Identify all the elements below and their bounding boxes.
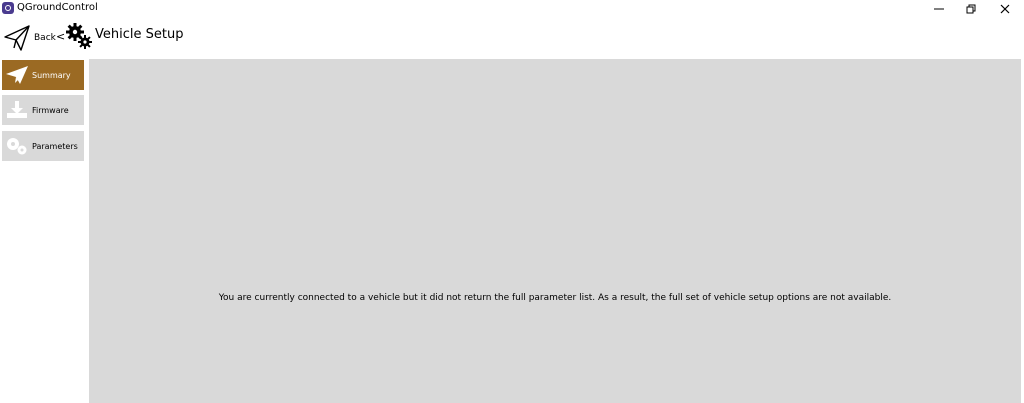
back-button[interactable]: Back [4,24,56,52]
close-button[interactable] [988,0,1022,17]
toolbar: Back < Vehicle Setup [0,17,1024,58]
close-icon [1000,4,1010,13]
minimize-icon [934,8,944,9]
sidebar-item-label: Firmware [32,105,69,115]
restore-button[interactable] [954,0,988,17]
info-message: You are currently connected to a vehicle… [218,293,892,303]
sidebar-item-firmware[interactable]: Firmware [2,95,84,125]
sidebar-item-label: Summary [32,70,71,80]
sidebar-item-parameters[interactable]: Parameters [2,131,84,161]
gears-icon [66,23,92,49]
page-title: Vehicle Setup [95,27,184,42]
main-panel: You are currently connected to a vehicle… [89,59,1021,403]
sidebar-item-summary[interactable]: Summary [2,60,84,90]
paper-plane-icon [2,60,32,90]
breadcrumb-separator: < [56,30,66,43]
sidebar: Summary Firmware Parameters [0,58,86,403]
sidebar-item-label: Parameters [32,141,78,151]
title-bar: QGroundControl [0,0,1024,17]
paper-plane-icon [4,25,30,51]
window-title: QGroundControl [17,2,98,13]
app-logo-icon [2,2,14,14]
restore-icon [966,4,976,13]
download-icon [2,95,32,125]
back-label: Back [34,33,56,43]
gears-icon [2,131,32,161]
minimize-button[interactable] [922,0,956,17]
